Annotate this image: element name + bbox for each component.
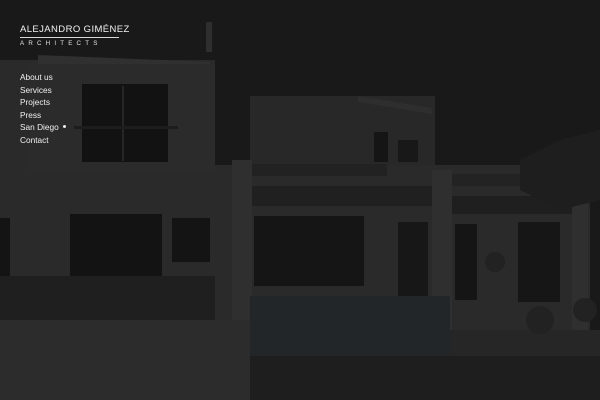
menu-link-contact[interactable]: Contact — [20, 135, 49, 145]
menu-link-services[interactable]: Services — [20, 85, 52, 95]
menu-link-press[interactable]: Press — [20, 110, 41, 120]
menu-item-press: Press — [20, 108, 130, 121]
menu-item-services: Services — [20, 83, 130, 96]
brand-divider — [20, 37, 119, 38]
menu-item-contact: Contact — [20, 133, 130, 146]
menu-item-san-diego: San Diego — [20, 120, 130, 133]
menu-link-about[interactable]: About us — [20, 72, 53, 82]
menu-link-san-diego[interactable]: San Diego — [20, 122, 59, 132]
brand-name: ALEJANDRO GIMÉNEZ — [20, 24, 130, 35]
menu-item-about: About us — [20, 70, 130, 83]
page: ALEJANDRO GIMÉNEZ ARCHITECTS About us Se… — [0, 0, 600, 400]
menu-link-projects[interactable]: Projects — [20, 97, 50, 107]
main-menu: About us Services Projects Press San Die… — [20, 70, 130, 146]
dot-icon — [62, 124, 66, 128]
brand-subtitle: ARCHITECTS — [20, 40, 102, 47]
site-navigation: ALEJANDRO GIMÉNEZ ARCHITECTS About us Se… — [20, 24, 130, 146]
brand-logo[interactable]: ALEJANDRO GIMÉNEZ ARCHITECTS — [20, 24, 130, 48]
menu-item-projects: Projects — [20, 95, 130, 108]
